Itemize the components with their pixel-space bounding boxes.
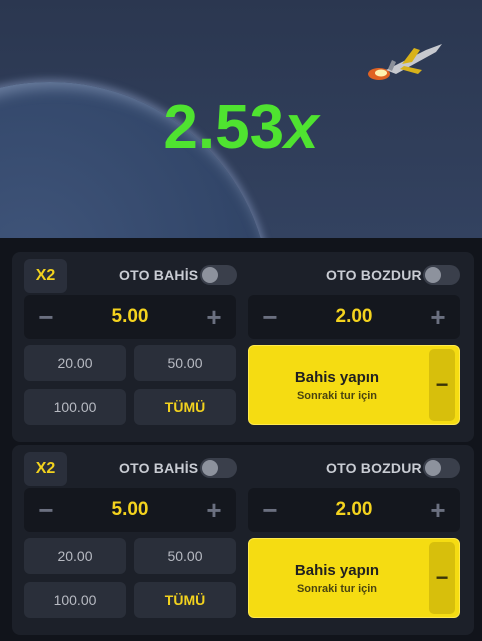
x2-button[interactable]: X2 — [24, 259, 67, 293]
decrease-bet-button[interactable]: − — [24, 488, 68, 532]
multiplier-suffix: x — [284, 93, 319, 162]
minus-icon: − — [435, 565, 449, 590]
bet-button-title: Bahis yapın — [294, 562, 380, 579]
cashout-stepper: − 2.00 + — [248, 295, 460, 339]
quick-amount-button[interactable]: 20.00 — [24, 345, 126, 381]
bet-amount-input[interactable]: 5.00 — [68, 295, 192, 339]
minus-icon: − — [262, 494, 278, 525]
minus-icon: − — [435, 372, 449, 397]
bet-amount-input[interactable]: 5.00 — [68, 488, 192, 532]
bet-amount-stepper: − 5.00 + — [24, 488, 236, 532]
bet-panel-2: X2 OTO BAHİS OTO BOZDUR − 5.00 + − 2.00 … — [12, 445, 474, 635]
cashout-input[interactable]: 2.00 — [292, 488, 416, 532]
collapse-button[interactable]: − — [429, 349, 455, 421]
all-in-button[interactable]: TÜMÜ — [134, 582, 236, 618]
auto-bet-toggle[interactable] — [200, 458, 237, 478]
quick-amount-button[interactable]: 50.00 — [134, 345, 236, 381]
bet-button-subtitle: Sonraki tur için — [296, 390, 378, 402]
increase-cashout-button[interactable]: + — [416, 488, 460, 532]
decrease-cashout-button[interactable]: − — [248, 295, 292, 339]
multiplier-value: 2.53 — [163, 93, 285, 162]
collapse-button[interactable]: − — [429, 542, 455, 614]
multiplier-display: 2.53x — [0, 92, 482, 163]
all-in-button[interactable]: TÜMÜ — [134, 389, 236, 425]
plus-icon: + — [206, 494, 222, 525]
auto-cashout-label: OTO BOZDUR — [326, 460, 422, 476]
place-bet-button[interactable]: Bahis yapın Sonraki tur için − — [248, 345, 460, 425]
auto-bet-label: OTO BAHİS — [119, 267, 199, 283]
plus-icon: + — [430, 494, 446, 525]
auto-cashout-toggle[interactable] — [423, 265, 460, 285]
toggle-knob — [425, 267, 441, 283]
quick-amount-button[interactable]: 50.00 — [134, 538, 236, 574]
jet-plane-icon — [368, 44, 442, 80]
decrease-bet-button[interactable]: − — [24, 295, 68, 339]
toggle-knob — [425, 460, 441, 476]
auto-cashout-toggle[interactable] — [423, 458, 460, 478]
increase-bet-button[interactable]: + — [192, 488, 236, 532]
bet-amount-stepper: − 5.00 + — [24, 295, 236, 339]
game-canvas: 2.53x — [0, 0, 482, 238]
plus-icon: + — [206, 301, 222, 332]
auto-bet-toggle[interactable] — [200, 265, 237, 285]
minus-icon: − — [38, 494, 54, 525]
minus-icon: − — [38, 301, 54, 332]
quick-amount-button[interactable]: 100.00 — [24, 582, 126, 618]
auto-bet-label: OTO BAHİS — [119, 460, 199, 476]
cashout-input[interactable]: 2.00 — [292, 295, 416, 339]
toggle-knob — [202, 460, 218, 476]
x2-button[interactable]: X2 — [24, 452, 67, 486]
quick-amount-button[interactable]: 20.00 — [24, 538, 126, 574]
increase-cashout-button[interactable]: + — [416, 295, 460, 339]
bet-button-subtitle: Sonraki tur için — [296, 583, 378, 595]
bet-panel-1: X2 OTO BAHİS OTO BOZDUR − 5.00 + − 2.00 … — [12, 252, 474, 442]
toggle-knob — [202, 267, 218, 283]
decrease-cashout-button[interactable]: − — [248, 488, 292, 532]
increase-bet-button[interactable]: + — [192, 295, 236, 339]
cashout-stepper: − 2.00 + — [248, 488, 460, 532]
quick-amount-button[interactable]: 100.00 — [24, 389, 126, 425]
bet-button-title: Bahis yapın — [294, 369, 380, 386]
place-bet-button[interactable]: Bahis yapın Sonraki tur için − — [248, 538, 460, 618]
minus-icon: − — [262, 301, 278, 332]
auto-cashout-label: OTO BOZDUR — [326, 267, 422, 283]
plus-icon: + — [430, 301, 446, 332]
bet-panels: X2 OTO BAHİS OTO BOZDUR − 5.00 + − 2.00 … — [0, 238, 482, 641]
